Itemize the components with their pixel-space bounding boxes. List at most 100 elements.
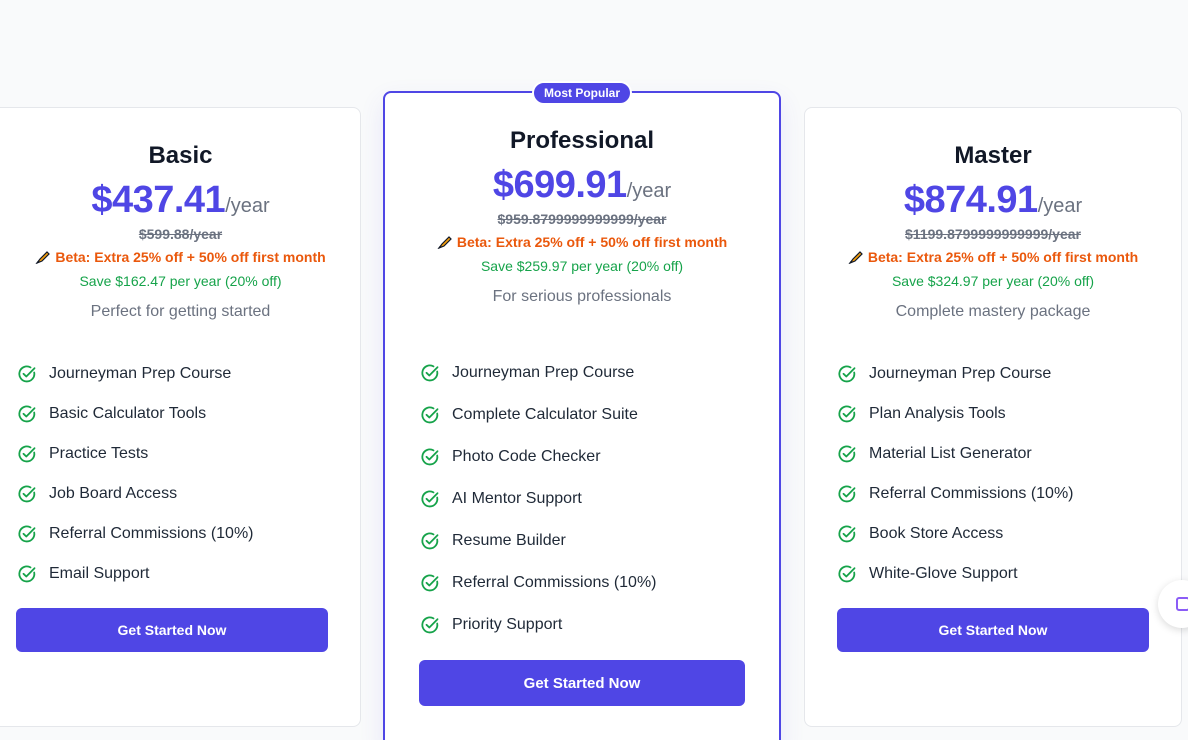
plan-name: Basic xyxy=(148,142,213,169)
beta-offer-text: Beta: Extra 25% off + 50% off first mont… xyxy=(867,249,1139,265)
feature-item: Journeyman Prep Course xyxy=(837,354,1074,394)
feature-item: Referral Commissions (10%) xyxy=(420,562,657,604)
check-circle-icon xyxy=(838,405,856,423)
feature-list: Journeyman Prep Course Plan Analysis Too… xyxy=(837,354,1074,594)
plan-header: Professional $699.91/year $959.879999999… xyxy=(385,127,779,307)
check-circle-icon xyxy=(18,405,36,423)
plan-card-professional: Most Popular Professional $699.91/year $… xyxy=(383,81,781,740)
check-circle-icon xyxy=(18,365,36,383)
plan-header: Basic $437.41/year $599.88/year Beta: Ex… xyxy=(0,142,360,322)
plan-tagline: Perfect for getting started xyxy=(90,303,271,320)
feature-item: Basic Calculator Tools xyxy=(17,394,254,434)
get-started-button-master[interactable]: Get Started Now xyxy=(837,608,1149,652)
check-circle-icon xyxy=(421,532,439,550)
chat-widget-icon xyxy=(1176,597,1188,611)
savings-text: Save $259.97 per year (20% off) xyxy=(480,258,684,274)
feature-item: Journeyman Prep Course xyxy=(17,354,254,394)
feature-list: Journeyman Prep Course Complete Calculat… xyxy=(420,352,657,646)
feature-item: Journeyman Prep Course xyxy=(420,352,657,394)
feature-label: White-Glove Support xyxy=(869,565,1018,582)
pen-icon xyxy=(848,251,863,264)
plan-name: Master xyxy=(954,142,1032,169)
price-row: $437.41/year xyxy=(1,178,360,230)
feature-label: Book Store Access xyxy=(869,525,1004,542)
feature-label: Complete Calculator Suite xyxy=(452,406,638,423)
most-popular-badge: Most Popular xyxy=(531,81,633,105)
feature-label: Photo Code Checker xyxy=(452,448,601,465)
feature-item: Referral Commissions (10%) xyxy=(17,514,254,554)
feature-label: Resume Builder xyxy=(452,532,566,549)
price-row: $874.91/year xyxy=(805,178,1181,230)
get-started-button-professional[interactable]: Get Started Now xyxy=(419,660,745,706)
check-circle-icon xyxy=(838,565,856,583)
feature-label: Material List Generator xyxy=(869,445,1032,462)
beta-offer: Beta: Extra 25% off + 50% off first mont… xyxy=(805,248,1181,266)
price-row: $699.91/year xyxy=(385,163,779,215)
original-price: $959.8799999999999/year xyxy=(497,211,667,227)
feature-item: Plan Analysis Tools xyxy=(837,394,1074,434)
feature-label: Job Board Access xyxy=(49,485,178,502)
check-circle-icon xyxy=(838,525,856,543)
feature-item: Email Support xyxy=(17,554,254,594)
feature-item: Priority Support xyxy=(420,604,657,646)
check-circle-icon xyxy=(838,365,856,383)
feature-label: Priority Support xyxy=(452,616,563,633)
check-circle-icon xyxy=(421,490,439,508)
get-started-button-basic[interactable]: Get Started Now xyxy=(16,608,328,652)
feature-item: AI Mentor Support xyxy=(420,478,657,520)
feature-item: Referral Commissions (10%) xyxy=(837,474,1074,514)
plan-header: Master $874.91/year $1199.8799999999999/… xyxy=(805,142,1181,322)
check-circle-icon xyxy=(421,406,439,424)
feature-item: White-Glove Support xyxy=(837,554,1074,594)
savings-text: Save $324.97 per year (20% off) xyxy=(891,273,1095,289)
feature-item: Complete Calculator Suite xyxy=(420,394,657,436)
plan-tagline: For serious professionals xyxy=(492,288,672,305)
plan-price: $874.91 xyxy=(903,179,1038,221)
check-circle-icon xyxy=(421,574,439,592)
feature-label: AI Mentor Support xyxy=(452,490,582,507)
price-period: /year xyxy=(1037,195,1083,217)
feature-item: Material List Generator xyxy=(837,434,1074,474)
check-circle-icon xyxy=(421,364,439,382)
feature-label: Email Support xyxy=(49,565,150,582)
beta-offer: Beta: Extra 25% off + 50% off first mont… xyxy=(1,248,360,266)
plan-price: $699.91 xyxy=(492,164,627,206)
feature-label: Basic Calculator Tools xyxy=(49,405,207,422)
price-period: /year xyxy=(225,195,270,217)
feature-label: Journeyman Prep Course xyxy=(869,365,1052,382)
feature-label: Journeyman Prep Course xyxy=(49,365,232,382)
pen-icon xyxy=(437,236,452,249)
feature-item: Practice Tests xyxy=(17,434,254,474)
check-circle-icon xyxy=(421,616,439,634)
check-circle-icon xyxy=(18,565,36,583)
plan-card-basic: Basic $437.41/year $599.88/year Beta: Ex… xyxy=(0,107,361,727)
feature-label: Journeyman Prep Course xyxy=(452,364,635,381)
beta-offer-text: Beta: Extra 25% off + 50% off first mont… xyxy=(456,234,728,250)
feature-label: Practice Tests xyxy=(49,445,149,462)
feature-label: Referral Commissions (10%) xyxy=(869,485,1074,502)
check-circle-icon xyxy=(18,525,36,543)
check-circle-icon xyxy=(838,445,856,463)
pricing-section: Basic $437.41/year $599.88/year Beta: Ex… xyxy=(0,0,1188,740)
plan-price: $437.41 xyxy=(91,179,226,221)
original-price: $1199.8799999999999/year xyxy=(905,226,1081,242)
feature-item: Resume Builder xyxy=(420,520,657,562)
feature-item: Photo Code Checker xyxy=(420,436,657,478)
pen-icon xyxy=(35,251,51,264)
beta-offer: Beta: Extra 25% off + 50% off first mont… xyxy=(385,233,779,251)
original-price: $599.88/year xyxy=(138,226,223,242)
check-circle-icon xyxy=(18,485,36,503)
check-circle-icon xyxy=(18,445,36,463)
plan-card-master: Master $874.91/year $1199.8799999999999/… xyxy=(804,107,1182,727)
feature-item: Book Store Access xyxy=(837,514,1074,554)
feature-item: Job Board Access xyxy=(17,474,254,514)
check-circle-icon xyxy=(421,448,439,466)
feature-label: Plan Analysis Tools xyxy=(869,405,1006,422)
beta-offer-text: Beta: Extra 25% off + 50% off first mont… xyxy=(55,249,326,265)
plan-name: Professional xyxy=(509,127,655,154)
plan-tagline: Complete mastery package xyxy=(895,303,1091,320)
feature-list: Journeyman Prep Course Basic Calculator … xyxy=(17,354,254,594)
feature-label: Referral Commissions (10%) xyxy=(452,574,657,591)
savings-text: Save $162.47 per year (20% off) xyxy=(79,273,282,289)
feature-label: Referral Commissions (10%) xyxy=(49,525,254,542)
